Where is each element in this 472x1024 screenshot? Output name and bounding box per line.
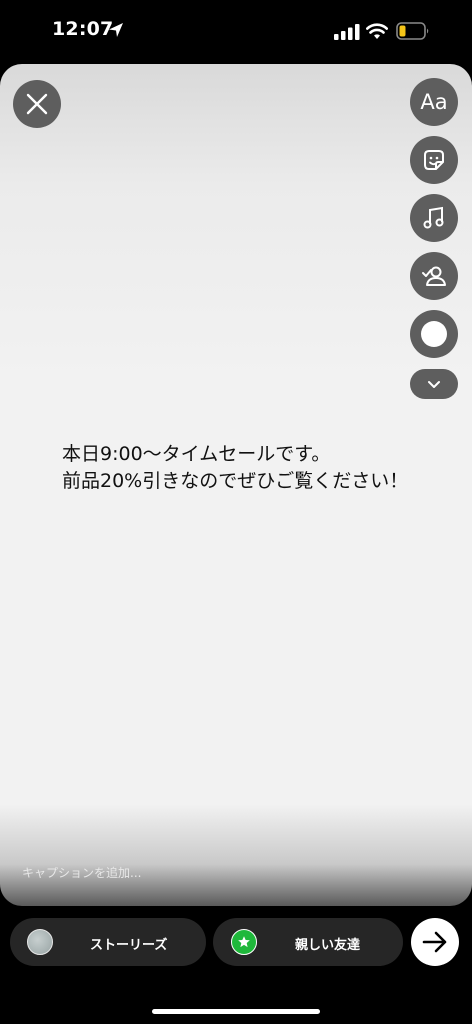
close-icon [26, 93, 48, 115]
status-time: 12:07 [52, 18, 114, 40]
chevron-down-icon [428, 381, 440, 388]
stories-label: ストーリーズ [90, 938, 168, 953]
close-friends-star-icon [231, 929, 257, 955]
sticker-icon [424, 150, 444, 170]
wifi-icon [366, 23, 388, 39]
share-close-friends-button[interactable]: 親しい友達 [213, 918, 403, 966]
music-button[interactable] [410, 194, 458, 242]
next-button[interactable] [411, 918, 459, 966]
sticker-button[interactable] [410, 136, 458, 184]
close-button[interactable] [13, 80, 61, 128]
story-canvas[interactable]: Aa 本日9:00〜タイムセールです。 前品20%引きなのでぜひご覧ください！ … [0, 64, 472, 906]
story-text[interactable]: 本日9:00〜タイムセールです。 前品20%引きなのでぜひご覧ください！ [62, 441, 442, 495]
more-tools-button[interactable] [410, 369, 458, 399]
share-stories-button[interactable]: ストーリーズ [10, 918, 206, 966]
signal-icon [334, 24, 360, 40]
text-tool-button[interactable]: Aa [410, 78, 458, 126]
text-tool-label: Aa [420, 90, 448, 114]
location-arrow-icon [109, 23, 123, 37]
arrow-right-icon [422, 931, 447, 953]
home-indicator[interactable] [152, 1009, 320, 1014]
close-friends-label: 親しい友達 [295, 938, 361, 953]
draw-circle-icon [421, 321, 447, 347]
draw-button[interactable] [410, 310, 458, 358]
status-bar: 12:07 [0, 0, 472, 64]
mention-button[interactable] [410, 252, 458, 300]
battery-icon [396, 22, 429, 40]
avatar [27, 929, 53, 955]
music-icon [423, 206, 444, 229]
caption-input[interactable]: キャプションを追加... [22, 864, 141, 881]
mention-icon [422, 266, 446, 286]
